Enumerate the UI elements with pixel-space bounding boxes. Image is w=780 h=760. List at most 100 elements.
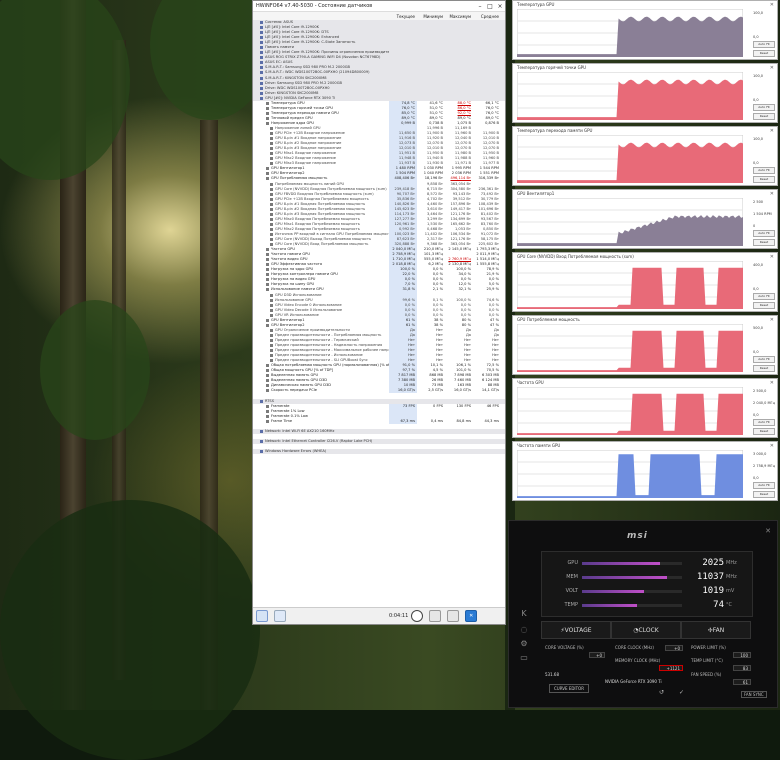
settings-icon[interactable]: [447, 610, 460, 622]
close-sensors-icon[interactable]: ✕: [465, 610, 478, 622]
hwinfo-titlebar[interactable]: HWiNFO64 v7.40-5030 - Состояние датчиков…: [253, 1, 505, 12]
close-icon[interactable]: ✕: [770, 254, 774, 260]
close-icon[interactable]: ✕: [770, 191, 774, 197]
foliage: [0, 0, 130, 180]
auto-fit-button[interactable]: Auto Fit: [753, 482, 775, 489]
current-column-header[interactable]: Текущее: [389, 14, 417, 19]
sensor-graph-panel[interactable]: Температура перехода памяти GPU ✕ 100,0 0,0…: [512, 126, 778, 186]
graph-plot: [517, 135, 743, 183]
foliage: [40, 300, 150, 440]
graph-ticks: 2 500,0 2 040,0 МГц 0,0 Auto Fit Reset: [753, 389, 775, 435]
graph-ticks: 100,0 0,0 Auto Fit Reset: [753, 74, 775, 120]
sensor-icon: [270, 222, 273, 226]
reset-button[interactable]: Reset: [753, 176, 775, 183]
reset-button[interactable]: Reset: [753, 302, 775, 309]
sensor-group-row[interactable]: Windows Hardware Errors (WHEA): [253, 448, 505, 455]
sensor-graph-panel[interactable]: Частота GPU ✕ 2 500,0 2 040,0 МГц 0,0 Auto Fi…: [512, 378, 778, 438]
monitor-value: 11037: [696, 572, 724, 582]
apply-icon[interactable]: ✓: [679, 689, 684, 696]
close-icon[interactable]: ✕: [770, 2, 774, 8]
max-column-header[interactable]: Максимум: [445, 14, 473, 19]
sensor-icon: [266, 374, 269, 378]
sensor-graph-panel[interactable]: Частота памяти GPU ✕ 3 000,0 2 758,9 МГц 0,0…: [512, 441, 778, 501]
arrows-icon[interactable]: [256, 610, 268, 622]
sensor-graph-panel[interactable]: Температура GPU ✕ 100,0 0,0 Auto Fit Reset: [512, 0, 778, 60]
sensor-graph-panel[interactable]: GPU Core (NVVDD) Вход Потребляемая мощно…: [512, 252, 778, 312]
graph-title: GPU Core (NVVDD) Вход Потребляемая мощно…: [513, 253, 777, 260]
core-voltage-value[interactable]: +0: [589, 652, 605, 658]
minimize-icon[interactable]: –: [475, 3, 485, 10]
reset-button[interactable]: Reset: [753, 50, 775, 57]
graph-plot: [517, 387, 743, 435]
sensor-list[interactable]: Система: ASUS ЦП [#0]: Intel Core i9-1290…: [253, 20, 505, 608]
maximize-icon[interactable]: □: [485, 3, 495, 10]
close-icon[interactable]: ✕: [765, 527, 771, 535]
close-icon[interactable]: ✕: [770, 380, 774, 386]
sensor-icon: [270, 147, 273, 151]
reset-button[interactable]: Reset: [753, 428, 775, 435]
sensor-icon: [266, 288, 269, 292]
clock-icon[interactable]: [411, 610, 424, 622]
network-icon[interactable]: [274, 610, 286, 622]
monitor-unit: mV: [726, 588, 735, 594]
reset-button[interactable]: Reset: [753, 113, 775, 120]
close-icon[interactable]: ✕: [770, 443, 774, 449]
close-icon[interactable]: ✕: [770, 65, 774, 71]
reset-button[interactable]: Reset: [753, 239, 775, 246]
auto-fit-button[interactable]: Auto Fit: [753, 356, 775, 363]
sensor-icon: [266, 278, 269, 282]
monitor-value: 1019: [702, 586, 724, 596]
tab-fan[interactable]: ✢ FAN: [681, 621, 751, 639]
graph-title: Частота памяти GPU: [513, 442, 777, 449]
avg-column-header[interactable]: Среднее: [473, 14, 501, 19]
tab-voltage[interactable]: ⚡ VOLTAGE: [541, 621, 611, 639]
auto-fit-button[interactable]: Auto Fit: [753, 167, 775, 174]
monitor-label: VOLT: [565, 588, 578, 594]
scanner-icon[interactable]: ◌: [517, 625, 531, 637]
control-tabs[interactable]: ⚡ VOLTAGE ◔ CLOCK ✢ FAN: [541, 621, 751, 639]
reset-icon[interactable]: ↺: [659, 689, 664, 696]
auto-fit-button[interactable]: Auto Fit: [753, 104, 775, 111]
curve-editor-button[interactable]: CURVE EDITOR: [549, 684, 589, 693]
sensor-graph-panel[interactable]: Температура горячей точки GPU ✕ 100,0 0,0 Au…: [512, 63, 778, 123]
auto-fit-button[interactable]: Auto Fit: [753, 293, 775, 300]
core-clock-value[interactable]: +0: [665, 645, 683, 651]
tick-label: 2 040,0 МГц: [753, 401, 776, 405]
close-icon[interactable]: ×: [495, 3, 505, 10]
sensor-icon: [270, 293, 273, 297]
min-column-header[interactable]: Минимум: [417, 14, 445, 19]
kboost-icon[interactable]: K: [517, 609, 531, 621]
reset-button[interactable]: Reset: [753, 491, 775, 498]
sensor-icon: [266, 409, 269, 413]
sensor-graph-panel[interactable]: GPU Вентилятор1 ✕ 2 500 1 504 RPM 0 Auto Fit R…: [512, 189, 778, 249]
monitor-icon[interactable]: ▭: [517, 653, 531, 665]
sensor-icon: [266, 106, 269, 110]
tick-label: 2 758,9 МГц: [753, 464, 776, 468]
sensor-graph-panel[interactable]: GPU Потребляемая мощность ✕ 500,0 0,0 Auto F…: [512, 315, 778, 375]
msi-afterburner-window[interactable]: msi ✕ GPU 2025 MHz MEM 11037 MHz VOLT 1019 mV TEM…: [508, 520, 778, 708]
chip-icon: [260, 86, 263, 90]
auto-fit-button[interactable]: Auto Fit: [753, 419, 775, 426]
power-limit-value[interactable]: 100: [733, 652, 751, 658]
tick-label: 500,0: [753, 326, 764, 330]
auto-fit-button[interactable]: Auto Fit: [753, 230, 775, 237]
auto-fit-button[interactable]: Auto Fit: [753, 41, 775, 48]
chip-icon: [260, 76, 263, 80]
tick-label: [753, 275, 775, 287]
fan-speed-value[interactable]: 61: [733, 679, 751, 685]
temp-limit-value[interactable]: 83: [733, 665, 751, 671]
hwinfo-window[interactable]: HWiNFO64 v7.40-5030 - Состояние датчиков…: [252, 0, 506, 625]
monitor-bar-fill: [582, 603, 637, 607]
tab-clock[interactable]: ◔ CLOCK: [611, 621, 681, 639]
close-icon[interactable]: ✕: [770, 317, 774, 323]
reset-button[interactable]: Reset: [753, 365, 775, 372]
sensor-icon: [270, 238, 273, 242]
close-icon[interactable]: ✕: [770, 128, 774, 134]
sensor-icon: [266, 414, 269, 418]
report-icon[interactable]: [429, 610, 442, 622]
fan-sync-button[interactable]: FAN SYNC: [741, 691, 767, 698]
min-value: 0,4 ms: [430, 418, 443, 423]
gear-icon[interactable]: ⚙: [517, 639, 531, 651]
memory-clock-value[interactable]: +1121: [659, 665, 683, 671]
monitor-row-gpu: GPU 2025 MHz: [550, 558, 750, 568]
